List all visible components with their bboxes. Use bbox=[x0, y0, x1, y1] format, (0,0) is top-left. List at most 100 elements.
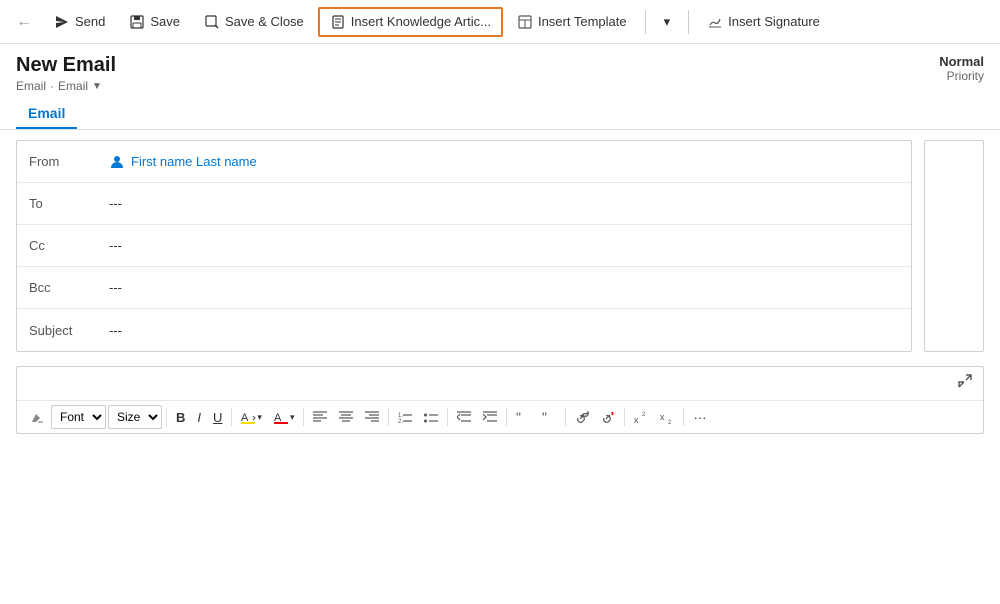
back-button[interactable]: ← bbox=[8, 6, 40, 38]
subscript-button[interactable]: x 2 bbox=[655, 407, 679, 427]
subtitle-dropdown-icon[interactable]: ▼ bbox=[92, 81, 102, 92]
superscript-button[interactable]: x 2 bbox=[629, 407, 653, 427]
editor-container: Font Size B I U A ▾ A bbox=[16, 366, 984, 434]
bcc-row: Bcc --- bbox=[17, 267, 911, 309]
tabs-bar: Email bbox=[0, 97, 1000, 130]
save-close-label: Save & Close bbox=[225, 14, 304, 29]
ordered-list-icon: 1. 2. bbox=[398, 410, 412, 424]
insert-template-label: Insert Template bbox=[538, 14, 627, 29]
size-select[interactable]: Size bbox=[108, 405, 162, 429]
dropdown-arrow-icon: ▾ bbox=[664, 14, 671, 30]
more-options-button[interactable]: ··· bbox=[688, 407, 711, 428]
cc-label: Cc bbox=[29, 238, 109, 253]
editor-divider9 bbox=[683, 408, 684, 426]
toolbar-divider2 bbox=[688, 10, 689, 34]
highlight-icon: A bbox=[241, 410, 257, 424]
bcc-value[interactable]: --- bbox=[109, 280, 899, 295]
more-icon: ··· bbox=[693, 410, 706, 425]
priority-label: Normal bbox=[939, 54, 984, 69]
page-header: New Email Email · Email ▼ Normal Priorit… bbox=[0, 44, 1000, 97]
expand-icon bbox=[957, 373, 973, 389]
bcc-label: Bcc bbox=[29, 280, 109, 295]
align-center-icon bbox=[339, 410, 353, 424]
from-value[interactable]: First name Last name bbox=[109, 154, 899, 170]
insert-signature-button[interactable]: Insert Signature bbox=[697, 9, 830, 35]
font-color-button[interactable]: A ▾ bbox=[269, 407, 300, 427]
align-left-button[interactable] bbox=[308, 407, 332, 427]
insert-knowledge-button[interactable]: Insert Knowledge Artic... bbox=[318, 7, 503, 37]
editor-divider4 bbox=[388, 408, 389, 426]
editor-divider7 bbox=[565, 408, 566, 426]
increase-indent-icon bbox=[483, 410, 497, 424]
editor-divider2 bbox=[231, 408, 232, 426]
insert-template-button[interactable]: Insert Template bbox=[507, 9, 637, 35]
insert-link-button[interactable] bbox=[570, 407, 594, 427]
clear-format-button[interactable] bbox=[25, 407, 49, 427]
quote-open-button[interactable]: " bbox=[511, 407, 535, 427]
email-form: From First name Last name To --- Cc --- … bbox=[16, 140, 912, 352]
to-row: To --- bbox=[17, 183, 911, 225]
unordered-list-button[interactable] bbox=[419, 407, 443, 427]
editor-divider1 bbox=[166, 408, 167, 426]
person-icon bbox=[109, 154, 125, 170]
page-subtitle: Email · Email ▼ bbox=[16, 79, 116, 93]
subject-label: Subject bbox=[29, 323, 109, 338]
italic-button[interactable]: I bbox=[192, 407, 206, 428]
svg-text:x: x bbox=[634, 415, 639, 424]
subtitle-email1[interactable]: Email bbox=[16, 79, 46, 93]
save-button[interactable]: Save bbox=[119, 9, 190, 35]
italic-label: I bbox=[197, 410, 201, 425]
subtitle-dot: · bbox=[50, 79, 54, 93]
highlight-dropdown-icon: ▾ bbox=[257, 412, 262, 423]
side-panel bbox=[924, 140, 984, 352]
priority-sub: Priority bbox=[939, 69, 984, 83]
underline-button[interactable]: U bbox=[208, 407, 227, 428]
link-icon bbox=[575, 410, 589, 424]
send-label: Send bbox=[75, 14, 105, 29]
page-title: New Email bbox=[16, 54, 116, 77]
save-close-icon bbox=[204, 14, 220, 30]
font-color-icon: A bbox=[274, 410, 290, 424]
decrease-indent-button[interactable] bbox=[452, 407, 476, 427]
signature-icon bbox=[707, 14, 723, 30]
dropdown-button[interactable]: ▾ bbox=[654, 9, 681, 35]
close-quote-icon: " bbox=[542, 410, 556, 424]
template-icon bbox=[517, 14, 533, 30]
email-container: From First name Last name To --- Cc --- … bbox=[0, 130, 1000, 362]
main-toolbar: ← Send Save Save & Close Insert Knowledg… bbox=[0, 0, 1000, 44]
editor-divider8 bbox=[624, 408, 625, 426]
subtitle-email2[interactable]: Email bbox=[58, 79, 88, 93]
subject-value[interactable]: --- bbox=[109, 323, 899, 338]
cc-value[interactable]: --- bbox=[109, 238, 899, 253]
to-label: To bbox=[29, 196, 109, 211]
to-value[interactable]: --- bbox=[109, 196, 899, 211]
svg-text:": " bbox=[516, 410, 521, 424]
remove-link-button[interactable] bbox=[596, 407, 620, 427]
from-row: From First name Last name bbox=[17, 141, 911, 183]
highlight-button[interactable]: A ▾ bbox=[236, 407, 267, 427]
tab-email[interactable]: Email bbox=[16, 97, 77, 129]
ordered-list-button[interactable]: 1. 2. bbox=[393, 407, 417, 427]
send-button[interactable]: Send bbox=[44, 9, 115, 35]
send-icon bbox=[54, 14, 70, 30]
bold-label: B bbox=[176, 410, 185, 425]
align-left-icon bbox=[313, 410, 327, 424]
from-label: From bbox=[29, 154, 109, 169]
unlink-icon bbox=[601, 410, 615, 424]
expand-button[interactable] bbox=[955, 371, 975, 396]
quote-close-button[interactable]: " bbox=[537, 407, 561, 427]
align-center-button[interactable] bbox=[334, 407, 358, 427]
align-right-icon bbox=[365, 410, 379, 424]
eraser-icon bbox=[30, 410, 44, 424]
editor-divider3 bbox=[303, 408, 304, 426]
subject-row: Subject --- bbox=[17, 309, 911, 351]
editor-expand-area bbox=[17, 367, 983, 400]
bold-button[interactable]: B bbox=[171, 407, 190, 428]
subscript-icon: x 2 bbox=[660, 410, 674, 424]
font-select[interactable]: Font bbox=[51, 405, 106, 429]
open-quote-icon: " bbox=[516, 410, 530, 424]
editor-toolbar: Font Size B I U A ▾ A bbox=[17, 400, 983, 433]
save-close-button[interactable]: Save & Close bbox=[194, 9, 314, 35]
align-right-button[interactable] bbox=[360, 407, 384, 427]
increase-indent-button[interactable] bbox=[478, 407, 502, 427]
